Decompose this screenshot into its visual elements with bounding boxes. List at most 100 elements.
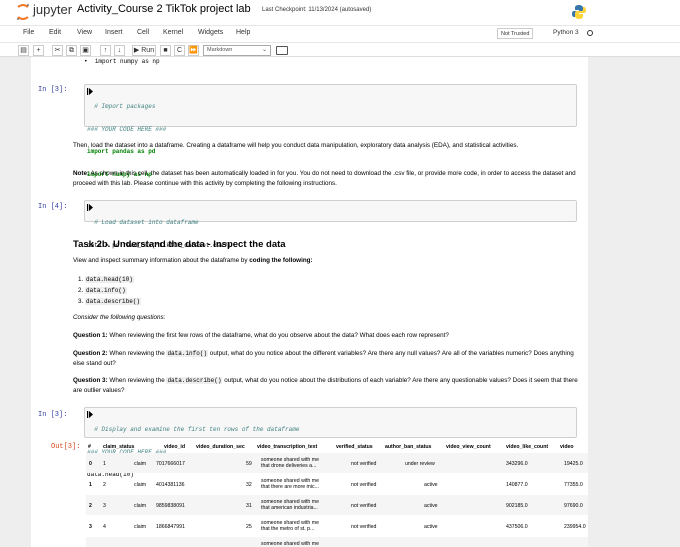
- question-1: Question 1: When reviewing the first few…: [73, 331, 578, 341]
- list-item: 1. data.head(10): [78, 276, 134, 283]
- paste-icon[interactable]: ▣: [80, 45, 91, 56]
- menu-widgets[interactable]: Widgets: [198, 29, 223, 36]
- dataframe-table: # claim_status video_id video_duration_s…: [86, 444, 588, 547]
- table-cell: 140877.0: [506, 482, 528, 488]
- interrupt-icon[interactable]: ■: [160, 45, 171, 56]
- table-header: video_id: [164, 444, 186, 450]
- q1-label: Question 1:: [73, 332, 108, 339]
- run-button[interactable]: ▶ Run: [132, 45, 156, 56]
- toolbar: ▤ + ✂ ⧉ ▣ ↑ ↓ ▶ Run ■ C ⏩ Markdown ⌄: [0, 42, 680, 57]
- output-prompt: Out[3]:: [51, 443, 81, 451]
- menu-edit[interactable]: Edit: [49, 29, 61, 36]
- move-down-icon[interactable]: ↓: [114, 45, 125, 56]
- table-header: video_view_count: [446, 444, 491, 450]
- list-code-info: data.info(): [85, 287, 127, 294]
- table-header: video_like_count: [506, 444, 549, 450]
- markdown-note: Note: As shown in this cell, the dataset…: [73, 169, 578, 189]
- menu-kernel[interactable]: Kernel: [163, 29, 183, 36]
- table-cell: claim: [134, 503, 147, 509]
- menu-insert[interactable]: Insert: [105, 29, 123, 36]
- table-cell: 9859838091: [156, 503, 185, 509]
- table-cell: not verified: [351, 524, 377, 530]
- q3-code: data.describe(): [166, 377, 223, 384]
- table-header: verified_status: [336, 444, 373, 450]
- row-index: 3: [89, 524, 92, 530]
- table-cell: 7017666017: [156, 461, 185, 467]
- menu-view[interactable]: View: [77, 29, 92, 36]
- header: jupyter Activity_Course 2 TikTok project…: [0, 0, 680, 25]
- table-cell: active: [424, 482, 438, 488]
- table-cell: 343296.0: [506, 461, 528, 467]
- note-text: As shown in this cell, the dataset has b…: [73, 170, 576, 187]
- table-cell: 32: [246, 482, 252, 488]
- copy-icon[interactable]: ⧉: [66, 45, 77, 56]
- table-cell: someone shared with me that there are mor…: [261, 478, 336, 490]
- code-cell-imports[interactable]: # Import packages ### YOUR CODE HERE ###…: [84, 84, 577, 178]
- markdown-load-dataset: Then, load the dataset into a dataframe.…: [73, 142, 519, 149]
- cut-icon[interactable]: ✂: [52, 45, 63, 56]
- run-icon: ▶: [133, 47, 140, 54]
- add-cell-icon[interactable]: +: [33, 45, 44, 56]
- keyboard-icon[interactable]: [276, 46, 288, 55]
- restart-run-all-icon[interactable]: ⏩: [188, 45, 199, 56]
- menu-cell[interactable]: Cell: [137, 29, 149, 36]
- table-cell: someone shared with me that drone deliver…: [261, 457, 336, 469]
- q3-text-pre: When reviewing the: [107, 377, 167, 384]
- table-cell: 59: [246, 461, 252, 467]
- table-cell: someone shared with me that american indu…: [261, 499, 336, 511]
- cell-prompt: In [4]:: [38, 203, 68, 211]
- restart-icon[interactable]: C: [174, 45, 185, 56]
- task-intro-bold: coding the following:: [249, 257, 313, 264]
- table-header: video_duration_sec: [196, 444, 245, 450]
- list-item: 2. data.info(): [78, 287, 127, 294]
- row-index: 2: [89, 503, 92, 509]
- list-item: 3. data.describe(): [78, 298, 142, 305]
- transcription-line: that the metro of st. p...: [261, 526, 315, 532]
- table-cell: someone shared with me: [261, 541, 319, 547]
- q2-code: data.info(): [166, 350, 209, 357]
- notebook-title[interactable]: Activity_Course 2 TikTok project lab: [77, 3, 251, 15]
- table-cell: 97690.0: [564, 503, 583, 509]
- table-cell: not verified: [351, 503, 377, 509]
- table-cell: someone shared with me that the metro of …: [261, 520, 336, 532]
- menu-help[interactable]: Help: [236, 29, 250, 36]
- menu-file[interactable]: File: [23, 29, 34, 36]
- table-header: claim_status: [103, 444, 135, 450]
- not-trusted-button[interactable]: Not Trusted: [497, 28, 534, 39]
- table-cell: not verified: [351, 461, 377, 467]
- table-cell: 77355.0: [564, 482, 583, 488]
- table-cell: not verified: [351, 482, 377, 488]
- page-margin: [588, 57, 680, 547]
- code-line-placeholder: ### YOUR CODE HERE ###: [87, 125, 167, 133]
- run-label: Run: [141, 47, 155, 54]
- code-cell-head[interactable]: # Display and examine the first ten rows…: [84, 407, 577, 478]
- jupyter-logo-icon: [17, 4, 29, 20]
- move-up-icon[interactable]: ↑: [100, 45, 111, 56]
- table-cell: 902185.0: [506, 503, 528, 509]
- row-index: 1: [89, 482, 92, 488]
- table-cell: active: [424, 503, 438, 509]
- partial-list-text: import numpy as np: [94, 58, 160, 65]
- save-icon[interactable]: ▤: [18, 45, 29, 56]
- menu-bar: File Edit View Insert Cell Kernel Widget…: [0, 25, 680, 42]
- note-label: Note:: [73, 170, 90, 177]
- consider-text: Consider the following questions:: [73, 314, 166, 321]
- table-cell: under review: [405, 461, 435, 467]
- chevron-down-icon: ⌄: [261, 47, 267, 53]
- table-cell: 4: [103, 524, 106, 530]
- table-cell: 19425.0: [564, 461, 583, 467]
- kernel-name[interactable]: Python 3: [553, 29, 579, 36]
- table-row: [86, 537, 588, 547]
- table-cell: 239954.0: [564, 524, 586, 530]
- cell-type-select[interactable]: Markdown ⌄: [203, 45, 271, 56]
- task-intro: View and inspect summary information abo…: [73, 256, 578, 266]
- table-cell: 1866847991: [156, 524, 185, 530]
- code-line-comment: # Display and examine the first ten rows…: [94, 426, 300, 433]
- q3-label: Question 3:: [73, 377, 108, 384]
- transcription-line: that there are more mic...: [261, 484, 319, 490]
- code-cell-load[interactable]: # Load dataset into dataframe data = pd.…: [84, 200, 577, 249]
- jupyter-brand[interactable]: jupyter: [33, 2, 72, 17]
- kernel-status-icon: [587, 30, 593, 36]
- table-cell: 25: [246, 524, 252, 530]
- table-cell: 2: [103, 482, 106, 488]
